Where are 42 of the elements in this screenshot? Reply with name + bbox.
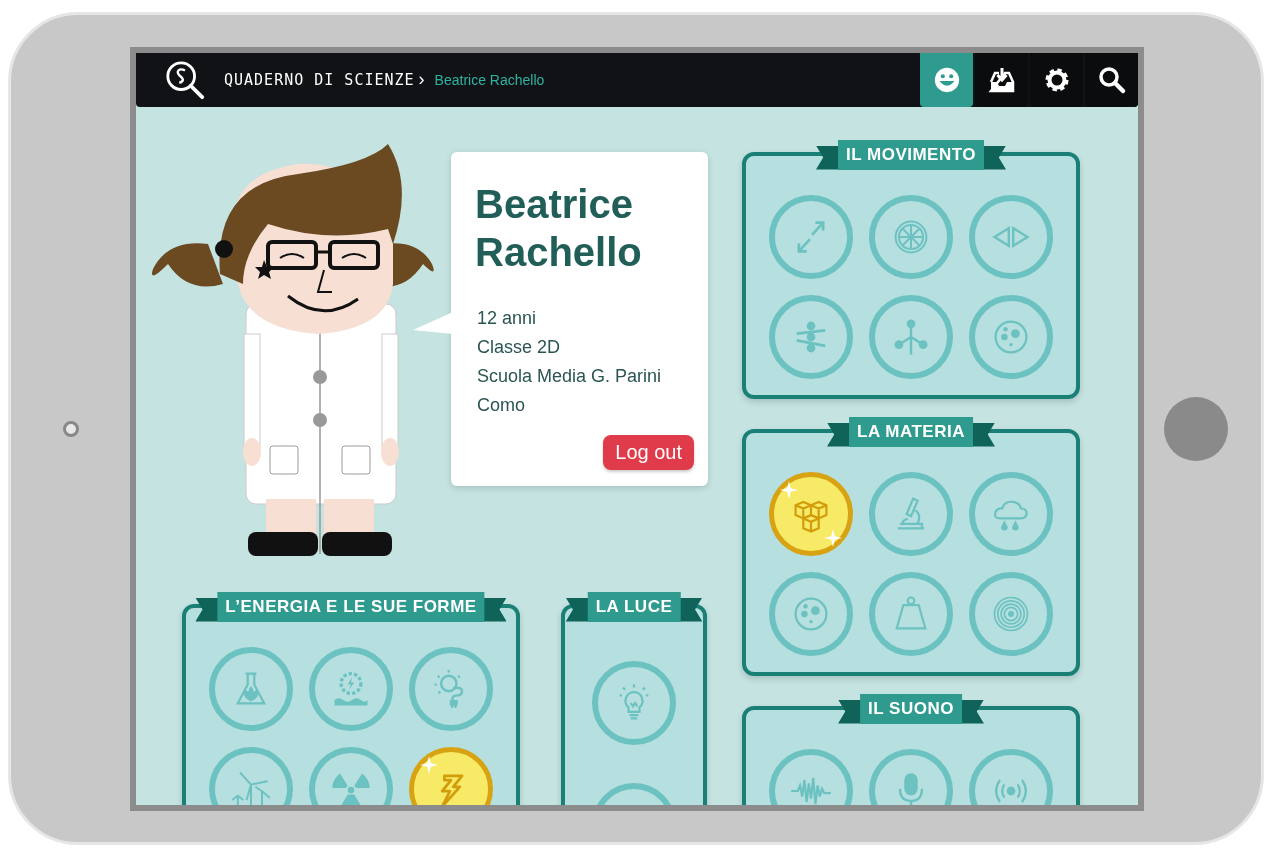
badge-button[interactable] [869,294,953,379]
section-ribbon: LA LUCE [565,591,703,622]
profile-name: Beatrice Rachello [475,180,643,276]
section-ribbon: LA MATERIA [827,416,995,447]
badge-button[interactable] [769,571,853,656]
breadcrumb-separator: › [418,69,425,90]
section-ribbon: L’ENERGIA E LE SUE FORME [195,591,507,622]
camera-dot [62,420,79,437]
badge-button[interactable] [969,471,1053,556]
breadcrumb-user: Beatrice Rachello [434,71,545,88]
settings-button[interactable] [1030,52,1083,107]
badge-button[interactable] [309,646,393,731]
smiley-icon [932,65,961,94]
logout-button[interactable]: Log out [603,434,694,470]
badge-button[interactable] [209,646,293,731]
sparkle-icon [780,480,798,499]
profile-detail: Como [476,393,526,417]
badge-button[interactable] [592,660,676,745]
badge-button[interactable] [769,194,853,279]
inbox-button[interactable] [975,52,1028,107]
search-icon [1096,64,1127,95]
profile-detail: 12 anni [476,306,538,330]
sparkle-icon [420,755,438,774]
search-button[interactable] [1085,52,1138,107]
badge-button[interactable] [409,646,493,731]
app-title[interactable]: QUADERNO DI SCIENZE [224,70,415,89]
badge-button[interactable] [769,294,853,379]
section-ribbon: IL SUONO [838,693,984,724]
section-ribbon: IL MOVIMENTO [816,139,1006,170]
badge-button[interactable] [869,571,953,656]
sparkle-icon [824,528,842,547]
magnifier-logo-icon [164,58,206,101]
profile-detail: Classe 2D [476,335,562,359]
badge-button[interactable] [969,571,1053,656]
profile-detail: Scuola Media G. Parini [476,364,663,388]
badge-button[interactable] [969,294,1053,379]
badge-button[interactable] [309,746,393,805]
badge-button[interactable] [969,194,1053,279]
badge-button[interactable] [869,194,953,279]
badge-button[interactable] [209,746,293,805]
badge-button[interactable] [409,746,493,805]
badge-button[interactable] [869,471,953,556]
